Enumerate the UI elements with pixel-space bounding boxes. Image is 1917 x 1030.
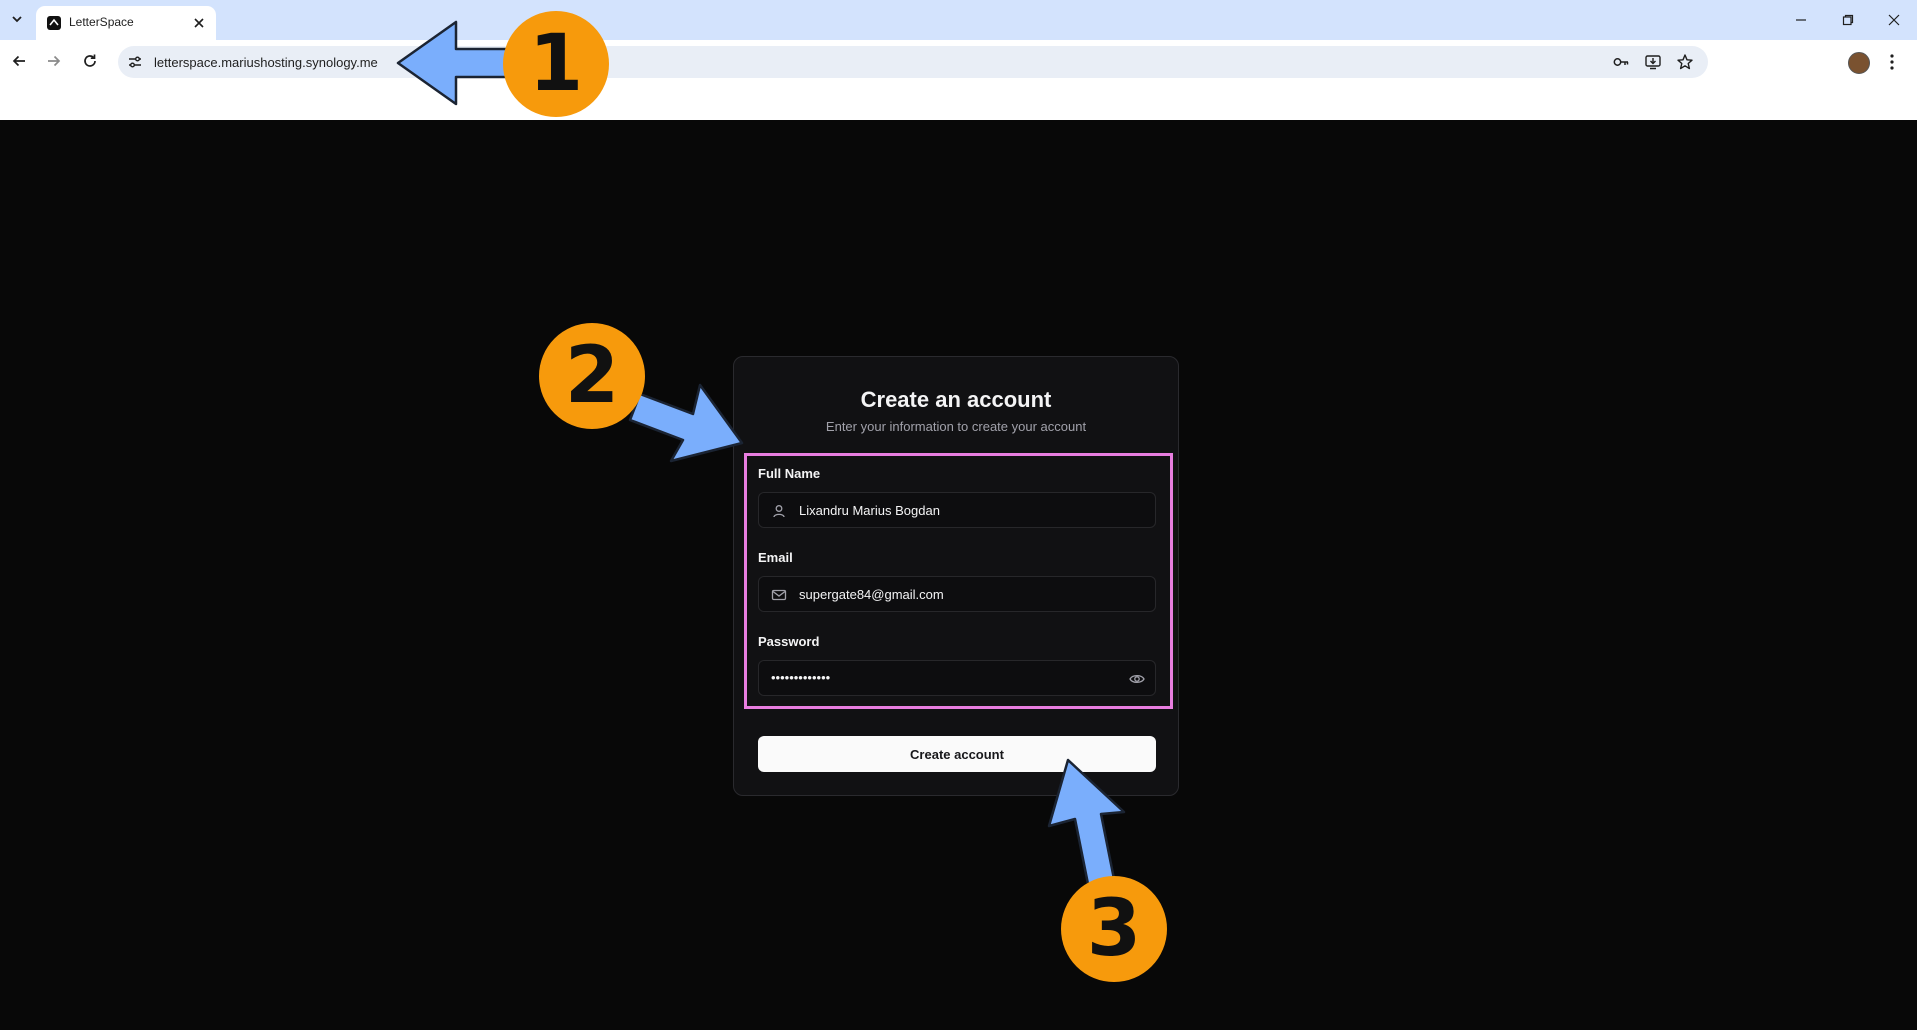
browser-toolbar: letterspace.mariushosting.synology.me <box>0 40 1917 120</box>
email-value: supergate84@gmail.com <box>799 587 944 602</box>
forward-icon <box>48 55 61 67</box>
mail-icon <box>771 589 787 601</box>
star-icon[interactable] <box>1676 53 1694 71</box>
tab-letterspace[interactable]: LetterSpace <box>36 6 216 40</box>
forward-button[interactable] <box>42 49 66 73</box>
tab-title: LetterSpace <box>69 15 134 29</box>
tab-search-button[interactable] <box>6 8 28 30</box>
step-badge-2: 2 <box>539 323 645 429</box>
create-account-button[interactable]: Create account <box>758 736 1156 772</box>
user-icon <box>773 505 785 518</box>
back-button[interactable] <box>7 49 31 73</box>
password-label: Password <box>758 634 820 649</box>
minimize-icon <box>1796 19 1806 21</box>
step-badge-1: 1 <box>503 11 609 117</box>
more-vert-icon <box>1890 54 1894 70</box>
close-icon <box>1888 14 1900 26</box>
card-subtitle: Enter your information to create your ac… <box>825 419 1087 434</box>
tab-strip: LetterSpace <box>0 0 1917 40</box>
reload-icon <box>84 54 96 67</box>
url-text[interactable]: letterspace.mariushosting.synology.me <box>154 55 378 70</box>
reload-button[interactable] <box>78 49 102 73</box>
full-name-value: Lixandru Marius Bogdan <box>799 503 940 518</box>
site-info-icon[interactable] <box>126 53 144 71</box>
letterspace-favicon <box>47 16 61 30</box>
back-icon <box>12 55 25 67</box>
password-key-icon[interactable] <box>1612 53 1630 71</box>
email-input[interactable]: supergate84@gmail.com <box>758 576 1156 612</box>
profile-avatar[interactable] <box>1848 52 1870 74</box>
card-title: Create an account <box>860 387 1052 412</box>
email-label: Email <box>758 550 793 565</box>
password-input[interactable]: ••••••••••••• <box>758 660 1156 696</box>
restore-button[interactable] <box>1833 8 1863 32</box>
password-value: ••••••••••••• <box>771 670 831 685</box>
close-window-button[interactable] <box>1879 8 1909 32</box>
address-bar[interactable]: letterspace.mariushosting.synology.me <box>118 46 1708 78</box>
arrow-2 <box>628 383 744 463</box>
full-name-input[interactable]: Lixandru Marius Bogdan <box>758 492 1156 528</box>
minimize-button[interactable] <box>1786 8 1816 32</box>
browser-menu-button[interactable] <box>1884 51 1900 73</box>
signup-card: Create an account Enter your information… <box>733 356 1179 796</box>
full-name-label: Full Name <box>758 466 821 481</box>
step-badge-3: 3 <box>1061 876 1167 982</box>
eye-icon[interactable] <box>1129 671 1145 687</box>
chevron-down-icon <box>12 16 22 23</box>
close-icon <box>194 18 204 28</box>
install-app-icon[interactable] <box>1644 53 1662 71</box>
restore-icon <box>1842 14 1854 26</box>
tab-close-button[interactable] <box>190 14 208 32</box>
